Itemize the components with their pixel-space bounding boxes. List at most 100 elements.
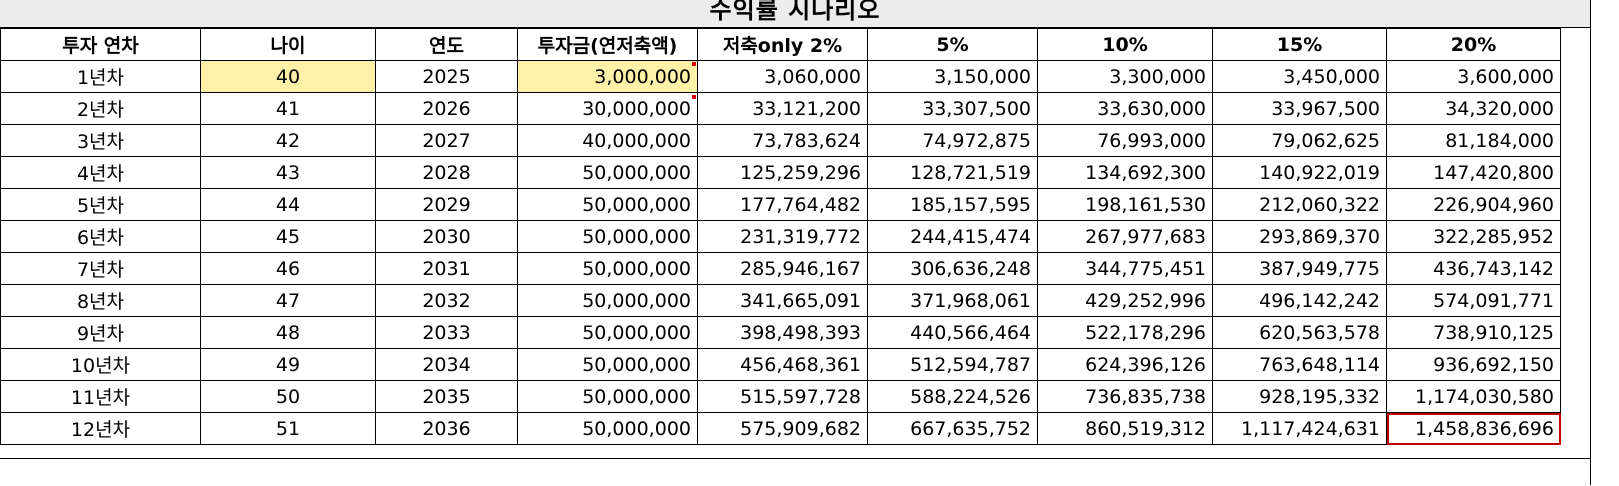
- cell-savings-2pct[interactable]: 515,597,728: [697, 380, 868, 413]
- cell-return-15pct[interactable]: 620,563,578: [1212, 316, 1387, 349]
- cell-return-5pct[interactable]: 667,635,752: [867, 412, 1038, 445]
- header-10pct[interactable]: 10%: [1037, 28, 1213, 61]
- header-5pct[interactable]: 5%: [867, 28, 1038, 61]
- cell-year-count[interactable]: 9년차: [0, 316, 201, 349]
- cell-return-15pct[interactable]: 293,869,370: [1212, 220, 1387, 253]
- cell-investment[interactable]: 50,000,000: [517, 284, 698, 317]
- cell-return-20pct[interactable]: 1,174,030,580: [1386, 380, 1561, 413]
- cell-return-5pct[interactable]: 588,224,526: [867, 380, 1038, 413]
- header-age[interactable]: 나이: [200, 28, 376, 61]
- cell-return-20pct[interactable]: 574,091,771: [1386, 284, 1561, 317]
- cell-year-count[interactable]: 12년차: [0, 412, 201, 445]
- cell-year-count[interactable]: 11년차: [0, 380, 201, 413]
- cell-year[interactable]: 2025: [375, 60, 518, 93]
- cell-return-10pct[interactable]: 33,630,000: [1037, 92, 1213, 125]
- cell-investment[interactable]: 50,000,000: [517, 316, 698, 349]
- cell-return-20pct[interactable]: 34,320,000: [1386, 92, 1561, 125]
- cell-investment[interactable]: 50,000,000: [517, 156, 698, 189]
- cell-return-5pct[interactable]: 512,594,787: [867, 348, 1038, 381]
- cell-return-5pct[interactable]: 3,150,000: [867, 60, 1038, 93]
- cell-return-20pct[interactable]: 322,285,952: [1386, 220, 1561, 253]
- cell-investment[interactable]: 50,000,000: [517, 380, 698, 413]
- cell-investment[interactable]: 30,000,000: [517, 92, 698, 125]
- cell-return-10pct[interactable]: 134,692,300: [1037, 156, 1213, 189]
- header-year-count[interactable]: 투자 연차: [0, 28, 201, 61]
- header-investment[interactable]: 투자금(연저축액): [517, 28, 698, 61]
- cell-year[interactable]: 2034: [375, 348, 518, 381]
- cell-age[interactable]: 49: [200, 348, 376, 381]
- cell-year-count[interactable]: 6년차: [0, 220, 201, 253]
- cell-return-15pct[interactable]: 140,922,019: [1212, 156, 1387, 189]
- cell-return-15pct[interactable]: 3,450,000: [1212, 60, 1387, 93]
- cell-year-count[interactable]: 1년차: [0, 60, 201, 93]
- cell-year[interactable]: 2031: [375, 252, 518, 285]
- cell-year[interactable]: 2036: [375, 412, 518, 445]
- cell-return-10pct[interactable]: 522,178,296: [1037, 316, 1213, 349]
- cell-savings-2pct[interactable]: 3,060,000: [697, 60, 868, 93]
- header-15pct[interactable]: 15%: [1212, 28, 1387, 61]
- cell-return-5pct[interactable]: 440,566,464: [867, 316, 1038, 349]
- cell-age[interactable]: 46: [200, 252, 376, 285]
- cell-return-5pct[interactable]: 306,636,248: [867, 252, 1038, 285]
- cell-year[interactable]: 2032: [375, 284, 518, 317]
- cell-savings-2pct[interactable]: 125,259,296: [697, 156, 868, 189]
- cell-savings-2pct[interactable]: 177,764,482: [697, 188, 868, 221]
- cell-return-20pct[interactable]: 226,904,960: [1386, 188, 1561, 221]
- cell-investment[interactable]: 50,000,000: [517, 348, 698, 381]
- cell-savings-2pct[interactable]: 285,946,167: [697, 252, 868, 285]
- header-20pct[interactable]: 20%: [1386, 28, 1561, 61]
- cell-savings-2pct[interactable]: 341,665,091: [697, 284, 868, 317]
- cell-return-15pct[interactable]: 79,062,625: [1212, 124, 1387, 157]
- cell-age[interactable]: 51: [200, 412, 376, 445]
- cell-return-10pct[interactable]: 267,977,683: [1037, 220, 1213, 253]
- cell-savings-2pct[interactable]: 231,319,772: [697, 220, 868, 253]
- cell-return-10pct[interactable]: 624,396,126: [1037, 348, 1213, 381]
- cell-year-count[interactable]: 3년차: [0, 124, 201, 157]
- cell-year[interactable]: 2030: [375, 220, 518, 253]
- title-row[interactable]: 수익률 시나리오: [0, 0, 1590, 28]
- cell-return-15pct[interactable]: 1,117,424,631: [1212, 412, 1387, 445]
- cell-year[interactable]: 2035: [375, 380, 518, 413]
- cell-investment[interactable]: 50,000,000: [517, 252, 698, 285]
- comment-indicator-icon[interactable]: [692, 95, 696, 99]
- cell-age[interactable]: 44: [200, 188, 376, 221]
- cell-savings-2pct[interactable]: 398,498,393: [697, 316, 868, 349]
- cell-year[interactable]: 2026: [375, 92, 518, 125]
- cell-return-15pct[interactable]: 33,967,500: [1212, 92, 1387, 125]
- cell-investment[interactable]: 50,000,000: [517, 188, 698, 221]
- cell-return-10pct[interactable]: 3,300,000: [1037, 60, 1213, 93]
- cell-return-10pct[interactable]: 429,252,996: [1037, 284, 1213, 317]
- cell-year[interactable]: 2033: [375, 316, 518, 349]
- cell-year-count[interactable]: 8년차: [0, 284, 201, 317]
- cell-return-10pct[interactable]: 860,519,312: [1037, 412, 1213, 445]
- cell-age[interactable]: 42: [200, 124, 376, 157]
- cell-year[interactable]: 2027: [375, 124, 518, 157]
- cell-savings-2pct[interactable]: 33,121,200: [697, 92, 868, 125]
- cell-age[interactable]: 45: [200, 220, 376, 253]
- next-row-partial[interactable]: [0, 458, 1590, 486]
- next-column-partial[interactable]: [1590, 0, 1619, 485]
- cell-return-20pct[interactable]: 936,692,150: [1386, 348, 1561, 381]
- cell-savings-2pct[interactable]: 456,468,361: [697, 348, 868, 381]
- cell-investment[interactable]: 50,000,000: [517, 220, 698, 253]
- cell-return-5pct[interactable]: 74,972,875: [867, 124, 1038, 157]
- cell-return-20pct[interactable]: 738,910,125: [1386, 316, 1561, 349]
- cell-return-15pct[interactable]: 928,195,332: [1212, 380, 1387, 413]
- cell-investment[interactable]: 40,000,000: [517, 124, 698, 157]
- cell-return-10pct[interactable]: 736,835,738: [1037, 380, 1213, 413]
- cell-savings-2pct[interactable]: 575,909,682: [697, 412, 868, 445]
- cell-return-15pct[interactable]: 387,949,775: [1212, 252, 1387, 285]
- cell-investment[interactable]: 3,000,000: [517, 60, 698, 93]
- cell-return-20pct[interactable]: 81,184,000: [1386, 124, 1561, 157]
- cell-return-15pct[interactable]: 496,142,242: [1212, 284, 1387, 317]
- cell-age[interactable]: 43: [200, 156, 376, 189]
- cell-age[interactable]: 50: [200, 380, 376, 413]
- cell-return-5pct[interactable]: 33,307,500: [867, 92, 1038, 125]
- cell-return-20pct[interactable]: 3,600,000: [1386, 60, 1561, 93]
- comment-indicator-icon[interactable]: [692, 62, 696, 66]
- header-savings-2pct[interactable]: 저축only 2%: [697, 28, 868, 61]
- cell-investment[interactable]: 50,000,000: [517, 412, 698, 445]
- cell-return-5pct[interactable]: 371,968,061: [867, 284, 1038, 317]
- header-year[interactable]: 연도: [375, 28, 518, 61]
- cell-age[interactable]: 48: [200, 316, 376, 349]
